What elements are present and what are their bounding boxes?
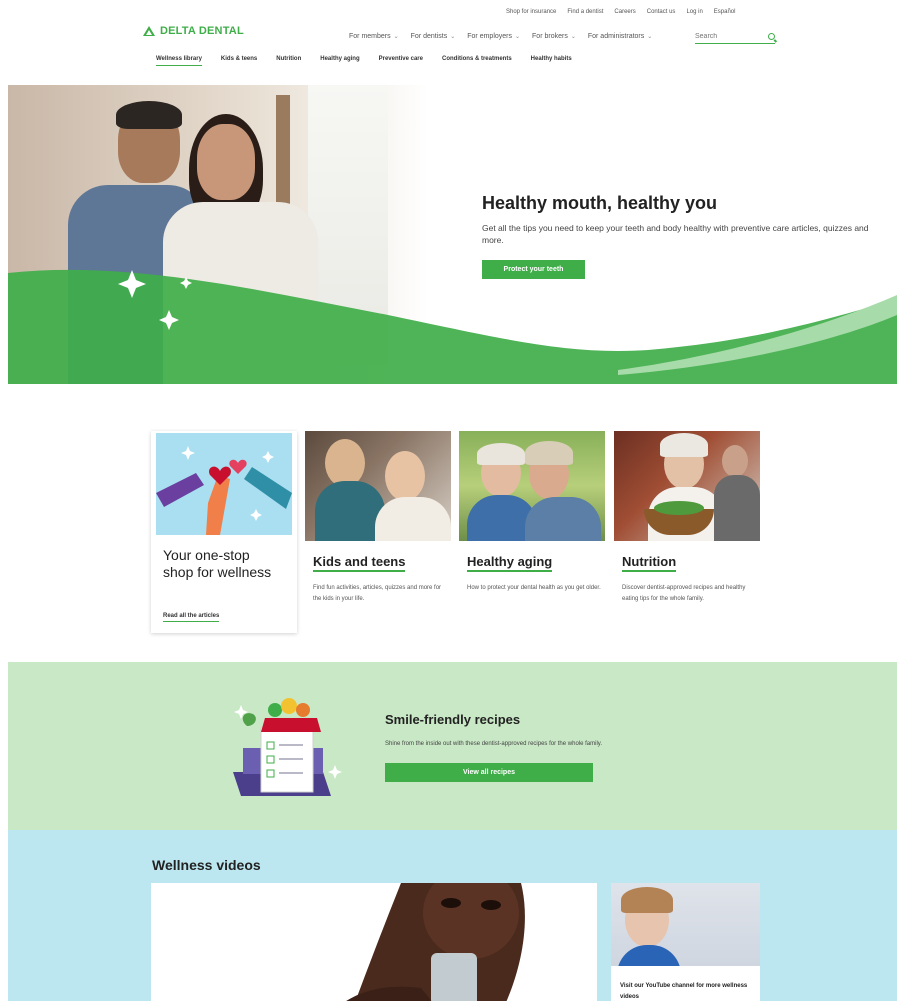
recipe-basket-laptop-illustration	[233, 698, 342, 796]
youtube-channel-link[interactable]: Visit our YouTube channel for more welln…	[620, 981, 750, 1001]
utility-link-shop[interactable]: Shop for insurance	[506, 9, 556, 15]
hero-title: Healthy mouth, healthy you	[482, 193, 718, 213]
subnav-healthy-aging[interactable]: Healthy aging	[320, 56, 359, 66]
main-nav: For members ⌄ For dentists ⌄ For employers…	[349, 33, 652, 40]
chevron-down-icon: ⌄	[570, 34, 576, 40]
youtube-thumbnail	[611, 883, 760, 966]
nav-for-brokers[interactable]: For brokers ⌄	[532, 33, 576, 40]
hearts-art-icon	[156, 446, 292, 535]
subnav-conditions[interactable]: Conditions & treatments	[442, 56, 512, 66]
chevron-down-icon: ⌄	[393, 34, 399, 40]
card-one-stop-shop[interactable]: Your one-stop shop for wellness Read all…	[151, 431, 297, 633]
chevron-down-icon: ⌄	[515, 34, 521, 40]
nav-label: For dentists	[410, 33, 448, 40]
hero-subtitle: Get all the tips you need to keep your t…	[482, 223, 869, 245]
recipes-section: Smile-friendly recipes Shine from the in…	[8, 662, 897, 830]
nav-label: For administrators	[587, 33, 645, 40]
utility-link-find-dentist[interactable]: Find a dentist	[567, 9, 603, 15]
card-nutrition[interactable]: Nutrition Discover dentist-approved reci…	[614, 431, 760, 631]
wellness-cards: Your one-stop shop for wellness Read all…	[151, 431, 763, 633]
kids-teens-desc: Find fun activities, articles, quizzes a…	[313, 585, 442, 602]
kids-teens-title[interactable]: Kids and teens	[313, 554, 406, 572]
brand-wordmark: DELTA DENTAL	[160, 25, 244, 37]
search-icon[interactable]	[768, 33, 775, 40]
videos-section: Wellness videos Visit our YouTube channe…	[8, 830, 897, 1001]
card-healthy-aging[interactable]: Healthy aging How to protect your dental…	[459, 431, 605, 631]
utility-link-login[interactable]: Log in	[686, 9, 702, 15]
nutrition-desc: Discover dentist-approved recipes and he…	[622, 585, 746, 602]
video-thumbnail-man-drinking	[151, 883, 597, 1001]
chevron-down-icon: ⌄	[647, 34, 653, 40]
delta-logo-icon	[143, 26, 155, 36]
recipes-title: Smile-friendly recipes	[385, 712, 521, 727]
card-kids-teens[interactable]: Kids and teens Find fun activities, arti…	[305, 431, 451, 631]
utility-link-contact[interactable]: Contact us	[647, 9, 676, 15]
healthy-aging-desc: How to protect your dental health as you…	[467, 585, 601, 591]
nav-for-administrators[interactable]: For administrators ⌄	[588, 33, 652, 40]
wellness-subnav: Wellness library Kids & teens Nutrition …	[156, 56, 572, 66]
nutrition-title[interactable]: Nutrition	[622, 554, 677, 572]
healthy-aging-title[interactable]: Healthy aging	[467, 554, 553, 572]
nutrition-photo	[614, 431, 760, 541]
hands-heart-illustration	[156, 433, 292, 535]
utility-link-careers[interactable]: Careers	[614, 9, 635, 15]
search-input[interactable]	[695, 33, 755, 40]
nav-for-dentists[interactable]: For dentists ⌄	[411, 33, 456, 40]
subnav-healthy-habits[interactable]: Healthy habits	[531, 56, 572, 66]
healthy-aging-photo	[459, 431, 605, 541]
youtube-channel-card[interactable]: Visit our YouTube channel for more welln…	[611, 883, 760, 1001]
kids-teens-photo	[305, 431, 451, 541]
videos-title: Wellness videos	[152, 857, 261, 873]
subnav-kids-teens[interactable]: Kids & teens	[221, 56, 257, 66]
utility-link-espanol[interactable]: Español	[714, 9, 736, 15]
nav-for-members[interactable]: For members ⌄	[349, 33, 399, 40]
subnav-nutrition[interactable]: Nutrition	[276, 56, 301, 66]
nav-label: For employers	[467, 33, 512, 40]
utility-nav: Shop for insurance Find a dentist Career…	[506, 9, 735, 15]
protect-teeth-button[interactable]: Protect your teeth	[482, 260, 585, 279]
recipes-desc: Shine from the inside out with these den…	[385, 741, 603, 747]
brand-logo[interactable]: DELTA DENTAL	[143, 25, 244, 37]
hero-banner: Healthy mouth, healthy you Get all the t…	[8, 85, 897, 384]
subnav-preventive-care[interactable]: Preventive care	[379, 56, 423, 66]
nav-for-employers[interactable]: For employers ⌄	[467, 33, 520, 40]
view-all-recipes-button[interactable]: View all recipes	[385, 763, 593, 782]
nav-label: For members	[349, 33, 391, 40]
subnav-wellness-library[interactable]: Wellness library	[156, 56, 202, 66]
video-player-main[interactable]	[151, 883, 597, 1001]
chevron-down-icon: ⌄	[450, 34, 456, 40]
read-all-articles-link[interactable]: Read all the articles	[163, 613, 220, 622]
feature-card-title: Your one-stop shop for wellness	[163, 547, 272, 580]
hero-text: Healthy mouth, healthy you Get all the t…	[482, 193, 882, 279]
nav-label: For brokers	[532, 33, 568, 40]
search-box	[695, 30, 775, 44]
